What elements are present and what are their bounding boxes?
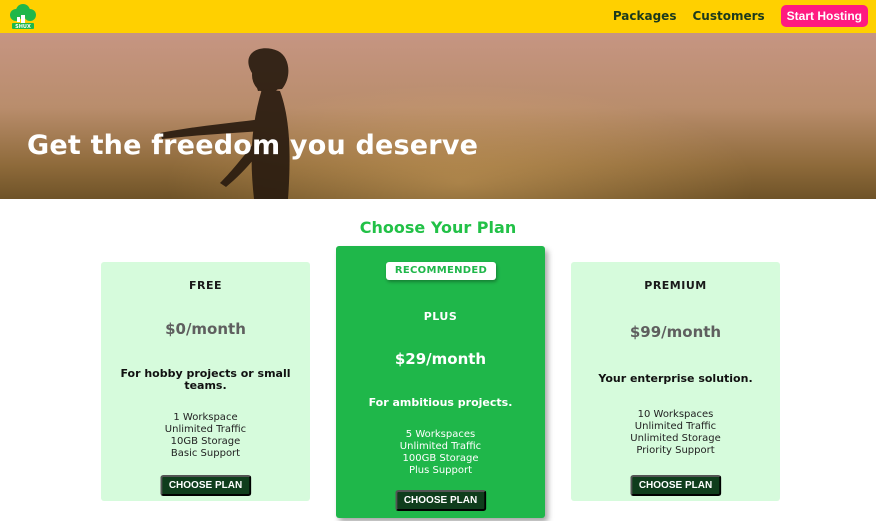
feature-item: Plus Support	[408, 465, 473, 476]
plan-features: 1 Workspace Unlimited Traffic 10GB Stora…	[101, 412, 310, 460]
plan-card-plus: RECOMMENDED PLUS $29/month For ambitious…	[336, 246, 545, 518]
plan-features: 5 Workspaces Unlimited Traffic 100GB Sto…	[336, 429, 545, 477]
feature-item: 100GB Storage	[402, 453, 479, 464]
feature-item: 10GB Storage	[170, 436, 241, 447]
plan-features: 10 Workspaces Unlimited Traffic Unlimite…	[571, 409, 780, 457]
feature-item: Unlimited Traffic	[634, 421, 717, 432]
feature-item: 5 Workspaces	[405, 429, 476, 440]
plan-tagline: For ambitious projects.	[368, 396, 513, 409]
plan-name: PLUS	[423, 310, 458, 323]
feature-item: Unlimited Traffic	[164, 424, 247, 435]
choose-plan-button-premium[interactable]: CHOOSE PLAN	[629, 475, 722, 496]
plan-tagline: Your enterprise solution.	[598, 372, 753, 385]
plan-card-premium: PREMIUM $99/month Your enterprise soluti…	[571, 262, 780, 501]
feature-item: Unlimited Traffic	[399, 441, 482, 452]
choose-plan-button-plus[interactable]: CHOOSE PLAN	[394, 490, 487, 511]
logo-tree-icon[interactable]: SHUX	[9, 3, 37, 30]
plan-card-free: FREE $0/month For hobby projects or smal…	[101, 262, 310, 501]
start-hosting-button[interactable]: Start Hosting	[780, 5, 868, 27]
feature-item: Unlimited Storage	[630, 433, 721, 444]
feature-item: Priority Support	[636, 445, 715, 456]
feature-item: 1 Workspace	[173, 412, 238, 423]
plan-price: $0/month	[165, 320, 246, 338]
hero-title: Get the freedom you deserve	[27, 130, 479, 161]
logo-text: SHUX	[15, 24, 31, 30]
plan-name: FREE	[188, 279, 222, 292]
main-nav: Packages Customers Start Hosting	[613, 5, 868, 27]
nav-link-packages[interactable]: Packages	[613, 9, 677, 23]
choose-plan-heading: Choose Your Plan	[359, 218, 517, 237]
plan-tagline: For hobby projects or small teams.	[120, 367, 291, 392]
top-header: SHUX Packages Customers Start Hosting	[0, 0, 876, 33]
feature-item: Basic Support	[170, 448, 241, 459]
choose-plan-button-free[interactable]: CHOOSE PLAN	[159, 475, 252, 496]
plan-price: $29/month	[394, 350, 487, 368]
hero-glow	[0, 33, 876, 199]
recommended-badge: RECOMMENDED	[386, 262, 496, 280]
plan-price: $99/month	[629, 323, 722, 341]
hero-banner: Get the freedom you deserve	[0, 33, 876, 199]
nav-link-customers[interactable]: Customers	[692, 9, 764, 23]
plan-name: PREMIUM	[644, 279, 707, 292]
feature-item: 10 Workspaces	[637, 409, 714, 420]
woman-silhouette-image	[160, 48, 290, 199]
